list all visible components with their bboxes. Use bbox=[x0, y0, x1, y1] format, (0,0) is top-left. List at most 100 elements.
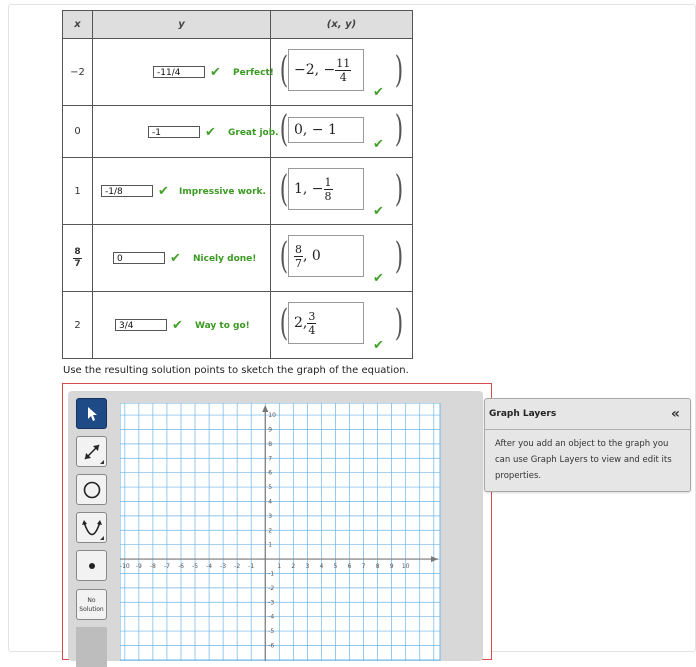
check-icon: ✔ bbox=[373, 85, 384, 100]
no-solution-button[interactable]: No Solution bbox=[76, 589, 107, 620]
pointer-tool-button[interactable] bbox=[76, 398, 107, 429]
left-paren: ( bbox=[279, 50, 289, 91]
x-tick-label: 5 bbox=[334, 563, 338, 570]
fraction: 34 bbox=[307, 309, 317, 337]
table-row: 2 3/4 ✔ Way to go! ( 2, 34 ) ✔ bbox=[62, 291, 413, 359]
x-tick-label: 1 bbox=[277, 563, 281, 570]
y-tick-label: -1 bbox=[268, 570, 274, 577]
feedback-text: Nicely done! bbox=[193, 254, 257, 264]
x-tick-label: -6 bbox=[178, 563, 184, 570]
check-icon: ✔ bbox=[373, 271, 384, 286]
y-tick-label: 2 bbox=[268, 527, 272, 534]
point-answer-box[interactable]: 2, 34 bbox=[288, 302, 364, 344]
feedback-text: Impressive work. bbox=[179, 187, 266, 197]
x-tick-label: 3 bbox=[305, 563, 309, 570]
header-x: x bbox=[62, 10, 93, 39]
point-tool-button[interactable] bbox=[76, 550, 107, 581]
solution-table: x y (x, y) −2 -11/4 ✔ Perfect! ( −2, − 1… bbox=[62, 10, 413, 359]
x-tick-label: -2 bbox=[234, 563, 240, 570]
point-answer-box[interactable]: −2, − 11 4 bbox=[288, 49, 364, 91]
point-answer-box[interactable]: 0, − 1 bbox=[288, 117, 364, 143]
y-tick-label: -5 bbox=[268, 628, 274, 635]
x-tick-label: -10 bbox=[120, 563, 130, 570]
x-tick-label: -7 bbox=[164, 563, 170, 570]
x-tick-label: -4 bbox=[206, 563, 212, 570]
x-tick-label: -8 bbox=[150, 563, 156, 570]
graph-layers-header: Graph Layers « bbox=[485, 399, 690, 430]
x-tick-label: 10 bbox=[402, 563, 410, 570]
table-row: 0 -1 ✔ Great job. ( 0, − 1 ) ✔ bbox=[62, 105, 413, 158]
left-paren: ( bbox=[279, 109, 289, 150]
x-value: 87 bbox=[62, 224, 93, 292]
y-tick-label: 6 bbox=[268, 470, 272, 477]
y-tick-label: 8 bbox=[268, 441, 272, 448]
pointer-icon bbox=[87, 406, 97, 421]
instruction-text: Use the resulting solution points to ske… bbox=[63, 365, 409, 376]
check-icon: ✔ bbox=[210, 65, 221, 80]
check-icon: ✔ bbox=[205, 125, 216, 140]
toolbar-strip bbox=[76, 627, 107, 667]
x-value: 1 bbox=[62, 157, 93, 225]
header-point: (x, y) bbox=[270, 10, 413, 39]
y-input[interactable]: -11/4 bbox=[153, 66, 205, 78]
check-icon: ✔ bbox=[373, 338, 384, 353]
point-answer-box[interactable]: 87 , 0 bbox=[288, 235, 364, 277]
x-tick-label: -1 bbox=[248, 563, 254, 570]
x-value: −2 bbox=[62, 38, 93, 106]
right-paren: ) bbox=[394, 303, 404, 344]
parabola-tool-button[interactable] bbox=[76, 512, 107, 543]
y-input[interactable]: -1 bbox=[148, 126, 200, 138]
point-answer-box[interactable]: 1, − 18 bbox=[288, 168, 364, 210]
coordinate-grid[interactable]: -10 -9 -8 -7 -6 -5 -4 -3 -2 -1 1 2 3 4 5 6 7 8 9 1010987654… bbox=[120, 403, 446, 661]
circle-tool-button[interactable] bbox=[76, 474, 107, 505]
x-tick-label: 7 bbox=[362, 563, 366, 570]
x-tick-label: 6 bbox=[348, 563, 352, 570]
y-tick-label: -4 bbox=[268, 614, 274, 621]
y-tick-label: -6 bbox=[268, 642, 274, 649]
y-tick-label: -2 bbox=[268, 585, 274, 592]
y-tick-label: 9 bbox=[268, 426, 272, 433]
y-input[interactable]: 0 bbox=[113, 252, 165, 264]
x-tick-label: 8 bbox=[376, 563, 380, 570]
right-paren: ) bbox=[394, 50, 404, 91]
y-input[interactable]: -1/8 bbox=[101, 185, 153, 197]
left-paren: ( bbox=[279, 169, 289, 210]
right-paren: ) bbox=[394, 169, 404, 210]
point-icon bbox=[88, 562, 95, 569]
fraction: 18 bbox=[323, 175, 333, 203]
y-input[interactable]: 3/4 bbox=[115, 319, 167, 331]
fraction: 87 bbox=[294, 242, 303, 270]
check-icon: ✔ bbox=[170, 251, 181, 266]
x-value: 2 bbox=[62, 291, 93, 359]
table-row: 87 0 ✔ Nicely done! ( 87 , 0 ) ✔ bbox=[62, 224, 413, 292]
line-tool-button[interactable] bbox=[76, 436, 107, 467]
table-row: 1 -1/8 ✔ Impressive work. ( 1, − 18 ) ✔ bbox=[62, 157, 413, 225]
check-icon: ✔ bbox=[373, 204, 384, 219]
left-paren: ( bbox=[279, 303, 289, 344]
table-row: −2 -11/4 ✔ Perfect! ( −2, − 11 4 ) ✔ bbox=[62, 38, 413, 106]
y-tick-label: 7 bbox=[268, 455, 272, 462]
x-value: 0 bbox=[62, 105, 93, 158]
x-tick-label: -3 bbox=[220, 563, 226, 570]
y-tick-label: 4 bbox=[268, 498, 272, 505]
x-tick-label: 4 bbox=[320, 563, 324, 570]
x-tick-label: 2 bbox=[291, 563, 295, 570]
circle-icon bbox=[83, 481, 100, 498]
check-icon: ✔ bbox=[373, 137, 384, 152]
y-tick-label: 3 bbox=[268, 513, 272, 520]
graph-layers-panel: Graph Layers « After you add an object t… bbox=[484, 398, 691, 492]
y-tick-label: 1 bbox=[268, 542, 272, 549]
y-tick-label: 5 bbox=[268, 484, 272, 491]
right-paren: ) bbox=[394, 109, 404, 150]
x-tick-label: -5 bbox=[192, 563, 198, 570]
x-tick-label: 9 bbox=[390, 563, 394, 570]
x-tick-label: -9 bbox=[136, 563, 142, 570]
collapse-icon[interactable]: « bbox=[671, 406, 680, 422]
graph-answer-area: No Solution -10 -9 -8 -7 -6 -5 -4 -3 -2 -1 1 2 3 4 5 6 7 8… bbox=[62, 383, 492, 667]
graph-layers-title: Graph Layers bbox=[489, 409, 557, 419]
graph-layers-description: After you add an object to the graph you… bbox=[495, 439, 672, 481]
right-paren: ) bbox=[394, 236, 404, 277]
check-icon: ✔ bbox=[172, 318, 183, 333]
feedback-text: Way to go! bbox=[195, 321, 250, 331]
feedback-text: Perfect! bbox=[233, 68, 274, 78]
